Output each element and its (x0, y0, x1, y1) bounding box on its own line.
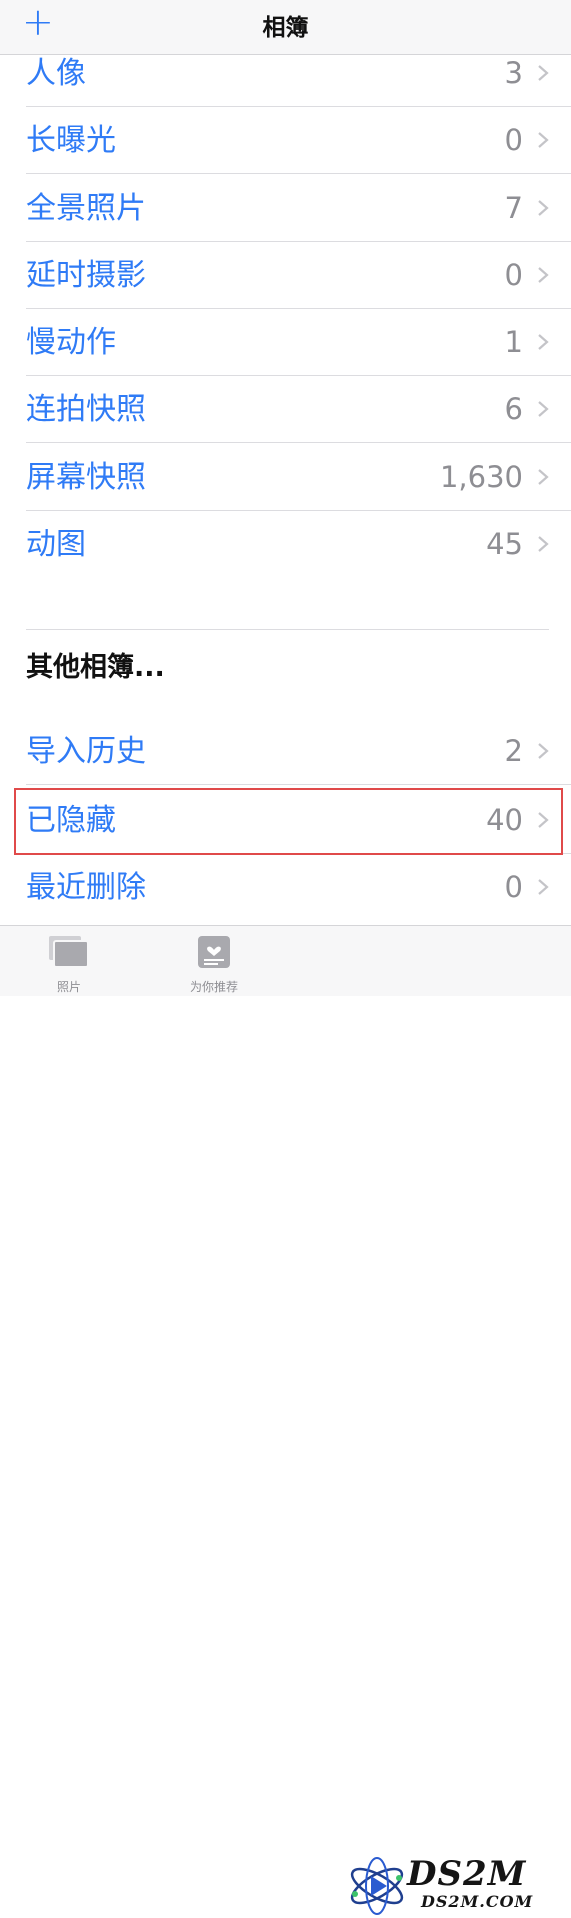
chevron-right-icon (538, 469, 549, 485)
album-label: 最近删除 (26, 870, 146, 905)
for-you-icon (198, 936, 230, 968)
watermark-subtitle: DS2M.COM (421, 1892, 534, 1911)
album-label: 长曝光 (26, 123, 116, 158)
atom-logo-icon (350, 1857, 404, 1915)
album-row-long-exposure[interactable]: 长曝光 0 (0, 107, 571, 174)
tab-label: 为你推荐 (189, 980, 238, 994)
album-count: 0 (504, 123, 523, 157)
watermark-title: DS2M (407, 1854, 527, 1894)
album-row-bursts[interactable]: 连拍快照 6 (0, 376, 571, 443)
chevron-right-icon (538, 334, 549, 350)
album-row-screenshots[interactable]: 屏幕快照 1,630 (0, 444, 571, 511)
album-count: 1,630 (439, 460, 523, 494)
album-label: 动图 (26, 527, 86, 562)
album-row-portrait[interactable]: 人像 3 (0, 40, 571, 107)
page-title: 相簿 (262, 15, 309, 41)
album-count: 7 (504, 191, 523, 225)
chevron-right-icon (538, 267, 549, 283)
row-divider (26, 442, 571, 443)
chevron-right-icon (538, 132, 549, 148)
album-count: 6 (504, 392, 523, 426)
chevron-right-icon (538, 65, 549, 81)
chevron-right-icon (538, 743, 549, 759)
album-label: 延时摄影 (26, 258, 146, 293)
album-row-timelapse[interactable]: 延时摄影 0 (0, 242, 571, 309)
album-row-slo-mo[interactable]: 慢动作 1 (0, 309, 571, 376)
album-row-panorama[interactable]: 全景照片 7 (0, 175, 571, 242)
section-title-other-albums: 其他相簿... (26, 652, 165, 683)
chevron-right-icon (538, 879, 549, 895)
row-divider (26, 173, 571, 174)
album-count: 0 (504, 258, 523, 292)
album-row-recently-deleted[interactable]: 最近删除 0 (0, 854, 571, 921)
album-label: 人像 (26, 56, 86, 91)
album-label: 全景照片 (26, 191, 146, 226)
album-count: 0 (504, 870, 523, 904)
section-divider (26, 629, 549, 630)
chevron-right-icon (538, 401, 549, 417)
tab-bar: 照片 为你推荐 DS2M DS2M.COM (0, 925, 571, 1915)
album-label: 导入历史 (26, 734, 146, 769)
tab-photos[interactable]: 照片 (14, 926, 124, 996)
album-count: 45 (486, 527, 523, 561)
album-count: 3 (504, 56, 523, 90)
album-row-imports[interactable]: 导入历史 2 (0, 718, 571, 785)
album-row-animated[interactable]: 动图 45 (0, 511, 571, 578)
album-label: 连拍快照 (26, 392, 146, 427)
album-label: 慢动作 (26, 325, 116, 360)
photos-stack-icon (49, 936, 89, 968)
album-count: 2 (504, 734, 523, 768)
tab-for-you[interactable]: 为你推荐 (159, 926, 269, 996)
row-divider (26, 784, 571, 785)
chevron-right-icon (538, 200, 549, 216)
chevron-right-icon (538, 536, 549, 552)
watermark-logo: DS2M DS2M.COM (345, 1854, 565, 1918)
highlight-box (14, 788, 563, 855)
album-count: 1 (504, 325, 523, 359)
album-label: 屏幕快照 (26, 460, 146, 495)
tab-label: 照片 (56, 980, 81, 994)
